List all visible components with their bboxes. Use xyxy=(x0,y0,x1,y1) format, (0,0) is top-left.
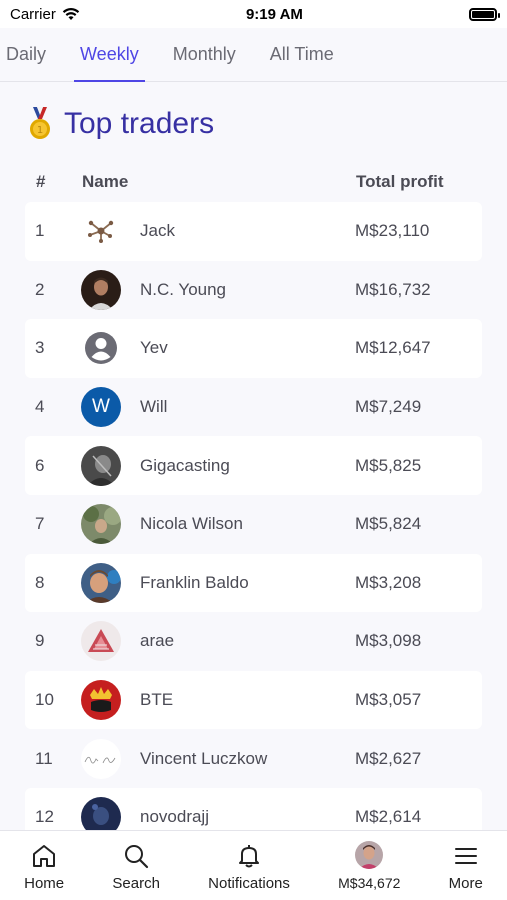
user-avatar xyxy=(355,841,384,869)
profit-cell: M$3,098 xyxy=(355,631,422,651)
bottom-nav: Home Search Notifications M$34,672 More xyxy=(0,830,507,900)
table-row[interactable]: 7 Nicola Wilson M$5,824 xyxy=(25,495,482,554)
page-title: Top traders xyxy=(64,107,215,140)
leaderboard: 1 Jack M$23,110 2 N.C. Young M$16,732 3 … xyxy=(0,202,507,847)
rank-cell: 11 xyxy=(35,748,53,768)
rank-cell: 10 xyxy=(35,690,54,710)
avatar[interactable] xyxy=(81,680,121,721)
tab-monthly[interactable]: Monthly xyxy=(173,28,236,82)
profile-photo-icon xyxy=(81,562,121,603)
rank-cell: 7 xyxy=(35,514,45,534)
default-user-icon xyxy=(85,332,117,365)
trader-name[interactable]: arae xyxy=(140,631,355,651)
search-icon xyxy=(125,845,149,869)
svg-text:1: 1 xyxy=(37,125,43,136)
bell-icon xyxy=(239,845,260,868)
profit-cell: M$5,825 xyxy=(355,455,422,475)
table-row[interactable]: 10 BTE M$3,057 xyxy=(25,670,482,730)
table-row[interactable]: 1 Jack M$23,110 xyxy=(25,202,482,261)
pyramid-logo-icon xyxy=(81,621,121,662)
page-heading: 1 Top traders xyxy=(28,102,507,146)
profit-cell: M$2,627 xyxy=(355,748,422,768)
nav-search-label: Search xyxy=(112,875,160,892)
profit-cell: M$2,614 xyxy=(355,807,422,827)
table-row[interactable]: 11 Vincent Luczkow M$2,627 xyxy=(25,729,482,788)
nav-notifications[interactable]: Notifications xyxy=(208,843,290,892)
home-icon xyxy=(33,845,56,867)
battery-icon xyxy=(469,7,500,21)
nav-home[interactable]: Home xyxy=(24,843,64,892)
nav-notifications-label: Notifications xyxy=(208,875,290,892)
profile-photo-icon xyxy=(81,269,121,310)
avatar[interactable] xyxy=(81,269,121,310)
profit-cell: M$16,732 xyxy=(355,279,431,299)
header-profit: Total profit xyxy=(356,172,444,191)
table-row[interactable]: 6 Gigacasting M$5,825 xyxy=(25,436,482,495)
trader-name[interactable]: Will xyxy=(140,397,355,417)
trader-name[interactable]: Vincent Luczkow xyxy=(140,749,355,769)
avatar[interactable] xyxy=(81,445,121,486)
nav-profile[interactable]: M$34,672 xyxy=(338,841,401,891)
avatar[interactable] xyxy=(81,328,121,368)
profit-cell: M$7,249 xyxy=(355,397,422,417)
status-left: Carrier xyxy=(10,6,80,23)
rank-cell: 4 xyxy=(35,397,45,417)
avatar[interactable]: W xyxy=(81,387,121,428)
rank-cell: 2 xyxy=(35,279,45,299)
trader-name[interactable]: Yev xyxy=(140,338,355,358)
profile-photo-icon xyxy=(81,504,121,545)
table-row[interactable]: 9 arae M$3,098 xyxy=(25,612,482,671)
profit-cell: M$12,647 xyxy=(355,338,431,358)
profile-photo-icon xyxy=(81,445,121,486)
rank-cell: 8 xyxy=(35,572,45,592)
rank-cell: 6 xyxy=(35,455,45,475)
rank-cell: 12 xyxy=(35,807,54,827)
trader-name[interactable]: N.C. Young xyxy=(140,280,355,300)
table-row[interactable]: 4 W Will M$7,249 xyxy=(25,378,482,437)
trader-name[interactable]: BTE xyxy=(140,690,355,710)
status-time: 9:19 AM xyxy=(245,5,303,23)
avatar[interactable] xyxy=(81,504,121,545)
trader-name[interactable]: novodrajj xyxy=(140,807,355,827)
table-row[interactable]: 8 Franklin Baldo M$3,208 xyxy=(25,553,482,613)
tab-daily[interactable]: Daily xyxy=(6,28,46,82)
nav-home-label: Home xyxy=(24,875,65,892)
table-row[interactable]: 3 Yev M$12,647 xyxy=(25,319,482,378)
avatar[interactable] xyxy=(81,621,121,662)
tab-weekly[interactable]: Weekly xyxy=(74,28,145,82)
header-rank: # xyxy=(36,172,46,191)
trader-name[interactable]: Jack xyxy=(140,221,355,241)
signature-icon xyxy=(81,738,121,779)
header-name: Name xyxy=(82,172,129,191)
medal-icon: 1 xyxy=(30,107,50,139)
profit-cell: M$3,057 xyxy=(355,690,422,710)
avatar-letter: W xyxy=(92,396,110,418)
table-header: # Name Total profit xyxy=(0,162,507,202)
nav-more[interactable]: More xyxy=(449,843,483,892)
network-logo-icon xyxy=(88,221,114,244)
carrier-label: Carrier xyxy=(10,5,56,23)
status-bar: Carrier 9:19 AM xyxy=(0,0,507,28)
profit-cell: M$5,824 xyxy=(355,514,422,534)
rank-cell: 9 xyxy=(35,631,45,651)
menu-icon xyxy=(454,848,477,864)
period-tabs: Daily Weekly Monthly All Time xyxy=(0,28,507,82)
avatar[interactable] xyxy=(81,211,121,251)
tab-all-time[interactable]: All Time xyxy=(270,28,334,82)
trader-name[interactable]: Nicola Wilson xyxy=(140,514,355,534)
avatar[interactable] xyxy=(81,562,121,603)
crown-logo-icon xyxy=(81,680,121,721)
nav-search[interactable]: Search xyxy=(112,843,160,892)
wifi-icon xyxy=(62,8,80,20)
profit-cell: M$23,110 xyxy=(355,221,430,241)
profit-cell: M$3,208 xyxy=(355,572,422,592)
table-row[interactable]: 2 N.C. Young M$16,732 xyxy=(25,261,482,320)
rank-cell: 3 xyxy=(35,338,45,358)
trader-name[interactable]: Franklin Baldo xyxy=(140,573,355,593)
rank-cell: 1 xyxy=(35,221,45,241)
nav-more-label: More xyxy=(448,875,483,892)
avatar[interactable] xyxy=(81,738,121,779)
nav-balance-label: M$34,672 xyxy=(338,875,401,891)
trader-name[interactable]: Gigacasting xyxy=(140,456,355,476)
